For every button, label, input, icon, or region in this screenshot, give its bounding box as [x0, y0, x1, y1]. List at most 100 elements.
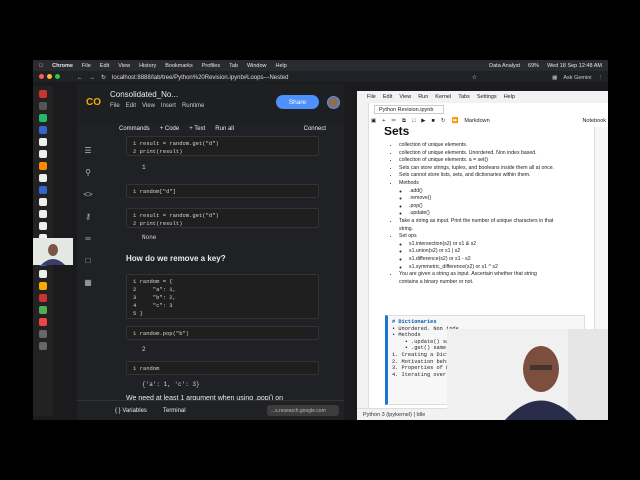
add-code-button[interactable]: + Code	[160, 126, 180, 132]
app-icon[interactable]	[39, 294, 47, 302]
commands-button[interactable]: Commands	[119, 126, 150, 132]
status-battery[interactable]: 69%	[528, 63, 539, 69]
webcam-main	[447, 329, 608, 420]
ask-gemini-button[interactable]: Ask Gemini	[563, 75, 591, 81]
menubar-history[interactable]: History	[139, 63, 156, 69]
app-icon[interactable]	[39, 318, 47, 326]
run-icon[interactable]: ▶	[421, 118, 425, 124]
extensions-icon[interactable]: ▦	[552, 75, 557, 81]
colab-icon[interactable]	[39, 282, 47, 290]
close-window-button[interactable]	[39, 74, 44, 79]
add-text-button[interactable]: + Text	[189, 126, 205, 132]
url-text[interactable]: localhost:8888/lab/tree/Python%20Revisio…	[112, 75, 466, 81]
status-clock[interactable]: Wed 18 Sep 12:48 AM	[547, 63, 602, 69]
code-cell[interactable]: 1 result = random.get("d") 2 print(resul…	[126, 136, 319, 156]
stop-icon[interactable]: ■	[432, 118, 435, 124]
menubar-bookmarks[interactable]: Bookmarks	[165, 63, 193, 69]
more-icon[interactable]: ⋮	[598, 75, 604, 81]
app-icon[interactable]	[39, 186, 47, 194]
copy-icon[interactable]: ⧉	[402, 118, 406, 125]
status-profile[interactable]: Data Analyst	[489, 63, 520, 69]
menubar-help[interactable]: Help	[276, 63, 287, 69]
github-icon[interactable]	[39, 138, 47, 146]
jp-menu-file[interactable]: File	[367, 94, 376, 100]
code-cell[interactable]: 1 random.pop("b")	[126, 326, 319, 340]
menu-view[interactable]: View	[142, 103, 155, 109]
app-icon[interactable]	[39, 270, 47, 278]
apple-icon[interactable]: 	[39, 63, 43, 69]
menubar-window[interactable]: Window	[247, 63, 267, 69]
paste-icon[interactable]: □	[412, 118, 415, 124]
variables-button[interactable]: { } Variables	[115, 408, 147, 414]
address-bar[interactable]: ← → ↻ localhost:8888/lab/tree/Python%20R…	[77, 73, 477, 82]
app-icon[interactable]	[39, 306, 47, 314]
fast-forward-icon[interactable]: ⏩	[451, 118, 458, 124]
github-icon[interactable]	[39, 222, 47, 230]
code-cell[interactable]: 1 random["d"]	[126, 184, 319, 198]
run-all-button[interactable]: Run all	[215, 126, 234, 132]
code-line: 1 result = random.get("d")	[133, 140, 219, 147]
colab-toolbar: Commands + Code + Text Run all Connect	[77, 123, 344, 135]
menubar-edit[interactable]: Edit	[100, 63, 109, 69]
forward-icon[interactable]: →	[89, 75, 95, 81]
cut-icon[interactable]: ✂	[391, 118, 396, 124]
maximize-window-button[interactable]	[55, 74, 60, 79]
kernel-status-text[interactable]: Python 3 (ipykernel) | Idle	[363, 412, 425, 418]
jp-menu-help[interactable]: Help	[504, 94, 515, 100]
link-icon[interactable]: ∞	[85, 234, 91, 243]
markdown-heading: Sets	[384, 127, 410, 138]
share-button[interactable]: Share	[276, 95, 319, 109]
table-icon[interactable]: ▦	[84, 278, 92, 287]
github-icon[interactable]	[39, 174, 47, 182]
secrets-icon[interactable]: ⚷	[85, 212, 91, 221]
terminal-button[interactable]: Terminal	[163, 408, 186, 414]
menu-runtime[interactable]: Runtime	[182, 103, 204, 109]
code-icon[interactable]: <>	[83, 190, 92, 199]
app-icon[interactable]	[39, 114, 47, 122]
app-icon[interactable]	[39, 330, 47, 338]
app-icon[interactable]	[39, 90, 47, 98]
notebook-label[interactable]: Notebook	[582, 118, 606, 124]
connect-button[interactable]: Connect	[304, 126, 326, 132]
github-icon[interactable]	[39, 210, 47, 218]
folder-icon[interactable]: □	[86, 256, 91, 265]
jp-menu-view[interactable]: View	[399, 94, 411, 100]
add-icon[interactable]	[39, 342, 47, 350]
notebook-title[interactable]: Consolidated_No...	[110, 90, 178, 99]
jp-menu-edit[interactable]: Edit	[383, 94, 392, 100]
menubar-view[interactable]: View	[118, 63, 130, 69]
github-icon[interactable]	[39, 198, 47, 206]
jp-menu-kernel[interactable]: Kernel	[435, 94, 451, 100]
menubar-profiles[interactable]: Profiles	[202, 63, 220, 69]
reload-icon[interactable]: ↻	[101, 74, 106, 81]
code-cell[interactable]: 1 result = random.get("d") 2 print(resul…	[126, 208, 319, 228]
app-icon[interactable]	[39, 102, 47, 110]
tab-preview[interactable]: ...s.research.google.com	[267, 405, 339, 416]
app-icon[interactable]	[39, 126, 47, 134]
list-item: Take a string as input. Print the number…	[399, 218, 588, 226]
jp-menu-run[interactable]: Run	[418, 94, 428, 100]
restart-icon[interactable]: ↻	[441, 118, 446, 124]
code-cell[interactable]: 1 random	[126, 361, 319, 375]
add-cell-icon[interactable]: +	[382, 118, 385, 124]
menubar-tab[interactable]: Tab	[229, 63, 238, 69]
code-cell[interactable]: 1 random = { 2 "a": 1, 3 "b": 2, 4 "c": …	[126, 274, 319, 319]
github-icon[interactable]	[39, 150, 47, 158]
menu-edit[interactable]: Edit	[126, 103, 136, 109]
jp-menu-settings[interactable]: Settings	[477, 94, 497, 100]
menu-insert[interactable]: Insert	[161, 103, 176, 109]
search-icon[interactable]: ⚲	[85, 168, 91, 177]
jp-menu-tabs[interactable]: Tabs	[458, 94, 470, 100]
menubar-app[interactable]: Chrome	[52, 63, 73, 69]
avatar[interactable]	[327, 96, 340, 109]
notebook-tab[interactable]: Python Revision.ipynb	[374, 105, 444, 114]
back-icon[interactable]: ←	[77, 75, 83, 81]
menubar-file[interactable]: File	[82, 63, 91, 69]
code-line: 3 "b": 2,	[133, 294, 176, 301]
save-icon[interactable]: ▣	[371, 118, 376, 124]
minimize-window-button[interactable]	[47, 74, 52, 79]
toc-icon[interactable]: ☰	[84, 146, 91, 155]
app-icon[interactable]	[39, 162, 47, 170]
cell-type-select[interactable]: Markdown	[464, 118, 489, 124]
menu-file[interactable]: File	[110, 103, 120, 109]
